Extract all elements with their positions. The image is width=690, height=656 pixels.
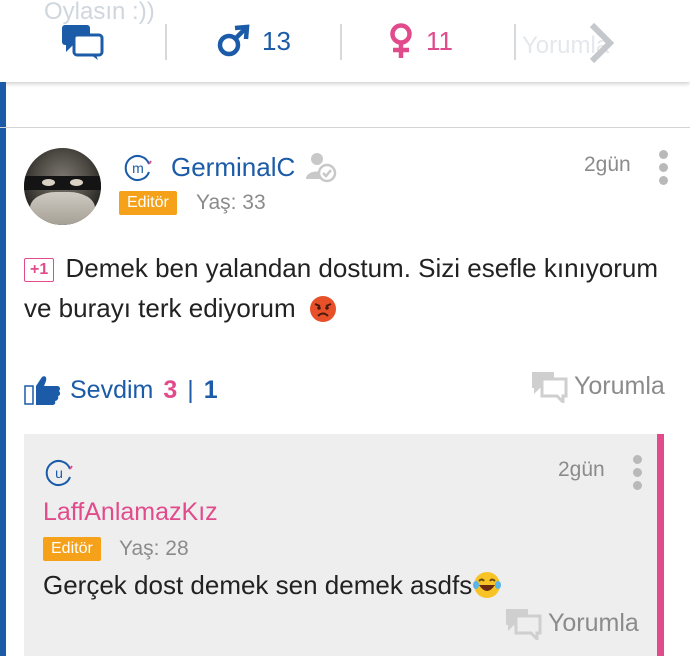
- reply-author-name[interactable]: LaffAnlamazKız: [43, 498, 218, 527]
- female-icon: [390, 23, 412, 58]
- reply-content: Gerçek dost demek sen demek asdfs: [43, 570, 502, 601]
- stats-bar: Oylasın :)) Yorumla 13 11: [0, 0, 690, 82]
- reply-author-age: Yaş: 28: [119, 537, 189, 560]
- comment-label: Yorumla: [574, 371, 665, 400]
- avatar[interactable]: [24, 148, 101, 225]
- author-name[interactable]: GerminalC: [171, 152, 295, 183]
- reply-comment-button[interactable]: Yorumla: [504, 606, 639, 640]
- post-content: +1 Demek ben yalandan dostum. Sizi esefl…: [24, 248, 664, 328]
- chevron-right-icon[interactable]: [588, 22, 614, 64]
- female-count: 11: [426, 25, 453, 56]
- reaction-bar: Sevdim 3 | 1: [24, 370, 218, 410]
- post-text: Demek ben yalandan dostum. Sizi esefle k…: [24, 253, 658, 323]
- male-count-stat[interactable]: 13: [216, 18, 291, 64]
- stats-divider: [340, 24, 342, 60]
- comment-button[interactable]: Yorumla: [530, 369, 665, 403]
- level-letter: u: [55, 465, 63, 481]
- stats-divider: [514, 24, 516, 60]
- female-count-stat[interactable]: 11: [388, 18, 453, 64]
- comment-icon: [532, 372, 568, 403]
- stats-divider: [165, 24, 167, 60]
- reply-text: Gerçek dost demek sen demek asdfs: [43, 570, 473, 600]
- section-divider: [0, 127, 690, 128]
- plus-one-badge: +1: [24, 258, 55, 282]
- editor-badge: Editör: [119, 191, 177, 215]
- like-label[interactable]: Sevdim: [70, 376, 153, 405]
- comment-icon: [506, 609, 542, 640]
- more-vertical-icon[interactable]: [658, 150, 668, 189]
- like-count: 3: [163, 375, 178, 404]
- dislike-count: 1: [203, 375, 218, 404]
- chat-bubbles-icon: [62, 25, 104, 60]
- male-icon: [217, 24, 250, 57]
- editor-badge: Editör: [43, 537, 101, 561]
- level-letter: m: [132, 160, 144, 176]
- thumbs-up-icon[interactable]: [24, 374, 62, 406]
- angry-face-emoji: [309, 296, 336, 322]
- comment-label: Yorumla: [548, 608, 639, 637]
- comments-tab[interactable]: [60, 18, 106, 64]
- author-age: Yaş: 33: [196, 191, 266, 214]
- level-badge-icon: u: [45, 460, 73, 486]
- reply-time: 2gün: [558, 458, 605, 481]
- level-badge-icon: m: [124, 155, 152, 181]
- male-count: 13: [262, 25, 291, 56]
- laughing-tears-emoji: [473, 572, 502, 598]
- more-vertical-icon[interactable]: [632, 455, 642, 494]
- reaction-separator: |: [187, 375, 194, 404]
- left-accent-bar: [0, 82, 6, 656]
- verified-user-icon: [306, 153, 337, 183]
- post-time: 2gün: [584, 153, 631, 176]
